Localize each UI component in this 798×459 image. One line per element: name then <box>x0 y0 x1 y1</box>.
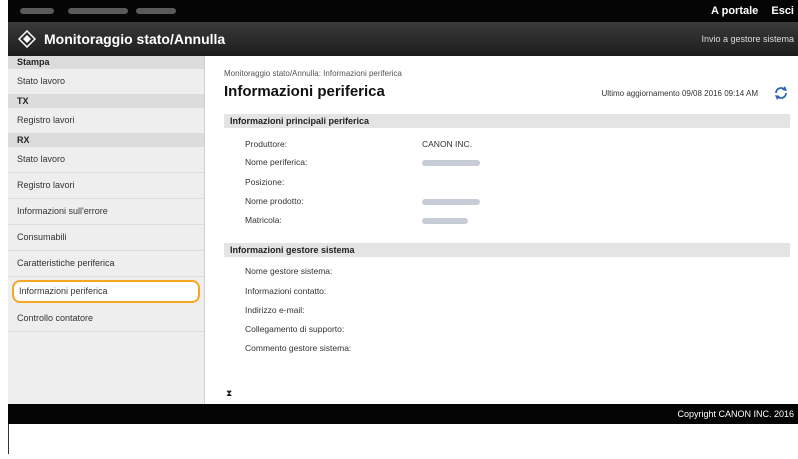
title-bar: Monitoraggio stato/Annulla Invio a gesto… <box>8 22 798 56</box>
sidebar-group-tx: TX <box>8 95 204 108</box>
top-links: A portale Esci <box>701 5 794 17</box>
label-email: Indirizzo e-mail: <box>245 305 305 315</box>
canon-logo-icon <box>18 30 36 48</box>
top-bar: A portale Esci <box>8 0 798 22</box>
refresh-icon[interactable] <box>773 85 789 101</box>
main-content: Monitoraggio stato/Annulla: Informazioni… <box>205 56 798 404</box>
sidebar: Stampa Stato lavoro TX Registro lavori R… <box>8 56 205 404</box>
sidebar-item-error-info[interactable]: Informazioni sull'errore <box>8 199 204 225</box>
label-admin-name: Nome gestore sistema: <box>245 266 333 276</box>
label-device-name: Nome periferica: <box>245 157 308 167</box>
sidebar-group-rx: RX <box>8 134 204 147</box>
blurred-value <box>422 218 468 224</box>
value-manufacturer: CANON INC. <box>422 139 473 149</box>
blurred-value <box>422 160 480 166</box>
sidebar-item-print-job-status[interactable]: Stato lavoro <box>8 69 204 95</box>
section-header-main-info: Informazioni principali periferica <box>224 114 790 128</box>
sidebar-item-device-features[interactable]: Caratteristiche periferica <box>8 251 204 277</box>
mail-admin-link[interactable]: Invio a gestore sistema <box>701 34 794 44</box>
label-location: Posizione: <box>245 177 285 187</box>
section-header-admin-info: Informazioni gestore sistema <box>224 243 790 257</box>
app-title: Monitoraggio stato/Annulla <box>44 31 226 47</box>
label-serial-number: Matricola: <box>245 215 282 225</box>
label-support-link: Collegamento di supporto: <box>245 324 345 334</box>
logout-link[interactable]: Esci <box>771 5 794 17</box>
page-edge-line <box>8 424 9 454</box>
blurred-header-text <box>68 8 128 14</box>
blurred-header-text <box>20 8 54 14</box>
sidebar-item-tx-job-log[interactable]: Registro lavori <box>8 108 204 134</box>
sidebar-item-counter-check[interactable]: Controllo contatore <box>8 306 204 332</box>
hourglass-icon: ⧗ <box>226 388 233 398</box>
sidebar-group-print: Stampa <box>8 56 204 69</box>
label-contact-info: Informazioni contatto: <box>245 286 327 296</box>
last-update-text: Ultimo aggiornamento 09/08 2016 09:14 AM <box>601 89 758 98</box>
sidebar-item-rx-job-status[interactable]: Stato lavoro <box>8 147 204 173</box>
portal-link[interactable]: A portale <box>711 5 758 17</box>
label-manufacturer: Produttore: <box>245 139 288 149</box>
sidebar-item-device-info[interactable]: Informazioni periferica <box>12 280 200 303</box>
blurred-header-text <box>136 8 176 14</box>
copyright-text: Copyright CANON INC. 2016 <box>677 409 794 419</box>
sidebar-item-consumables[interactable]: Consumabili <box>8 225 204 251</box>
sidebar-item-rx-job-log[interactable]: Registro lavori <box>8 173 204 199</box>
page-title: Informazioni periferica <box>224 83 385 100</box>
breadcrumb: Monitoraggio stato/Annulla: Informazioni… <box>224 69 402 78</box>
blurred-value <box>422 199 480 205</box>
footer: Copyright CANON INC. 2016 <box>8 404 798 424</box>
label-admin-comment: Commento gestore sistema: <box>245 343 352 353</box>
label-product-name: Nome prodotto: <box>245 196 304 206</box>
